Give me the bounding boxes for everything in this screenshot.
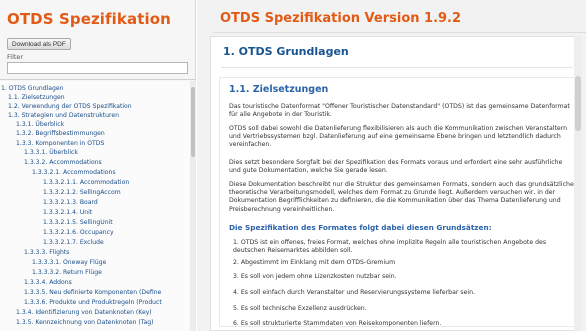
sidebar-title: OTDS Spezifikation — [7, 10, 171, 28]
subsection-heading: 1.1. Zielsetzungen — [229, 84, 329, 95]
toc-item[interactable]: 1.3.3.2.1.2. SellingAccom — [43, 189, 121, 197]
toc-item[interactable]: 1.1. Zielsetzungen — [8, 94, 65, 102]
principle-item: 1. OTDS ist ein offenes, freies Format, … — [233, 239, 547, 255]
sidebar-header: OTDS Spezifikation Download als PDF Filt… — [0, 0, 196, 80]
paragraph: Diese Dokumentation beschreibt nur die S… — [229, 181, 574, 213]
toc-item[interactable]: 1.3.4. Identifizierung von Datenknoten (… — [16, 309, 152, 317]
principle-item: 5. Es soll technische Exzellenz ausdrück… — [233, 305, 367, 312]
paragraph: OTDS soll dabei sowohl die Datenlieferun… — [229, 125, 568, 149]
toc-item[interactable]: 1.3.3.2.1.4. Unit — [43, 209, 92, 217]
principle-item: 6. Es soll strukturierte Stammdaten von … — [233, 320, 442, 327]
download-pdf-button[interactable]: Download als PDF — [7, 38, 71, 50]
content-scrollbar-thumb[interactable] — [575, 76, 581, 131]
toc-item[interactable]: 1.3. Strategien und Datenstrukturen — [8, 112, 119, 120]
toc-item[interactable]: 1.3.2. Begriffsbestimmungen — [16, 130, 105, 138]
toc-item[interactable]: 1.3.5. Kennzeichnung von Datenknoten (Ta… — [16, 319, 153, 327]
principle-item: 2. Abgestimmt im Einklang mit dem OTDS-G… — [233, 259, 396, 266]
paragraph: Dies setzt besondere Sorgfalt bei der Sp… — [229, 159, 563, 175]
section-divider — [221, 67, 573, 68]
toc-item[interactable]: 1.3.3.2.1.3. Board — [43, 199, 98, 207]
toc-item[interactable]: 1.3.3.3.1. Oneway Flüge — [32, 259, 106, 267]
toc-item[interactable]: 1.3.3.2. Accommodations — [24, 159, 102, 167]
toc-item[interactable]: 1.3.3.6. Produkte und Produktregeln (Pro… — [24, 299, 162, 307]
toc-item[interactable]: 1.3.3.2.1.1. Accommodation — [43, 179, 129, 187]
toc-item[interactable]: 1.3.3.4. Addons — [24, 279, 72, 287]
document-content: 1. OTDS Grundlagen 1.1. Zielsetzungen Da… — [210, 36, 580, 331]
toc-item[interactable]: 1.3.3.5. Neu definierte Komponenten (Def… — [24, 289, 161, 297]
filter-label: Filter — [7, 53, 24, 61]
toc-item[interactable]: 1.3.3.3. Flights — [24, 249, 69, 257]
toc-item[interactable]: 1.3.3.3.2. Return Flüge — [32, 269, 102, 277]
toc-item[interactable]: 1.3.3.2.1.7. Exclude — [43, 239, 104, 247]
toc-item[interactable]: 1. OTDS Grundlagen — [1, 85, 64, 93]
toc-item[interactable]: 1.3.3. Komponenten in OTDS — [16, 140, 104, 148]
toc-item[interactable]: 1.3.3.2.1.6. Occupancy — [43, 229, 114, 237]
principle-item: 3. Es soll von jedem ohne Lizenzkosten n… — [233, 273, 397, 280]
toc-item[interactable]: 1.3.1. Überblick — [16, 121, 64, 129]
toc-item[interactable]: 1.2. Verwendung der OTDS Spezifikation — [8, 103, 132, 111]
toc-tree: 1. OTDS Grundlagen 1.1. Zielsetzungen 1.… — [0, 81, 190, 331]
toc-scrollbar-thumb[interactable] — [191, 87, 195, 157]
toc-item[interactable]: 1.3.3.1. Überblick — [24, 149, 78, 157]
toc-item[interactable]: 1.3.3.2.1.5. SellingUnit — [43, 219, 113, 227]
filter-input[interactable] — [7, 62, 188, 74]
page-title: OTDS Spezifikation Version 1.9.2 — [220, 11, 462, 26]
toc-item[interactable]: 1.3.3.2.1. Accommodations — [32, 169, 116, 177]
content-scrollbar[interactable] — [574, 36, 582, 331]
paragraph: Das touristische Datenformat "Offener To… — [229, 103, 570, 119]
section-heading: 1. OTDS Grundlagen — [223, 45, 349, 58]
principle-item: 4. Es soll einfach durch Veranstalter un… — [233, 289, 476, 296]
principles-heading: Die Spezifikation des Formates folgt dab… — [229, 223, 492, 232]
toc-scrollbar[interactable] — [190, 81, 196, 331]
title-divider — [213, 32, 586, 33]
sidebar-divider — [0, 79, 196, 80]
